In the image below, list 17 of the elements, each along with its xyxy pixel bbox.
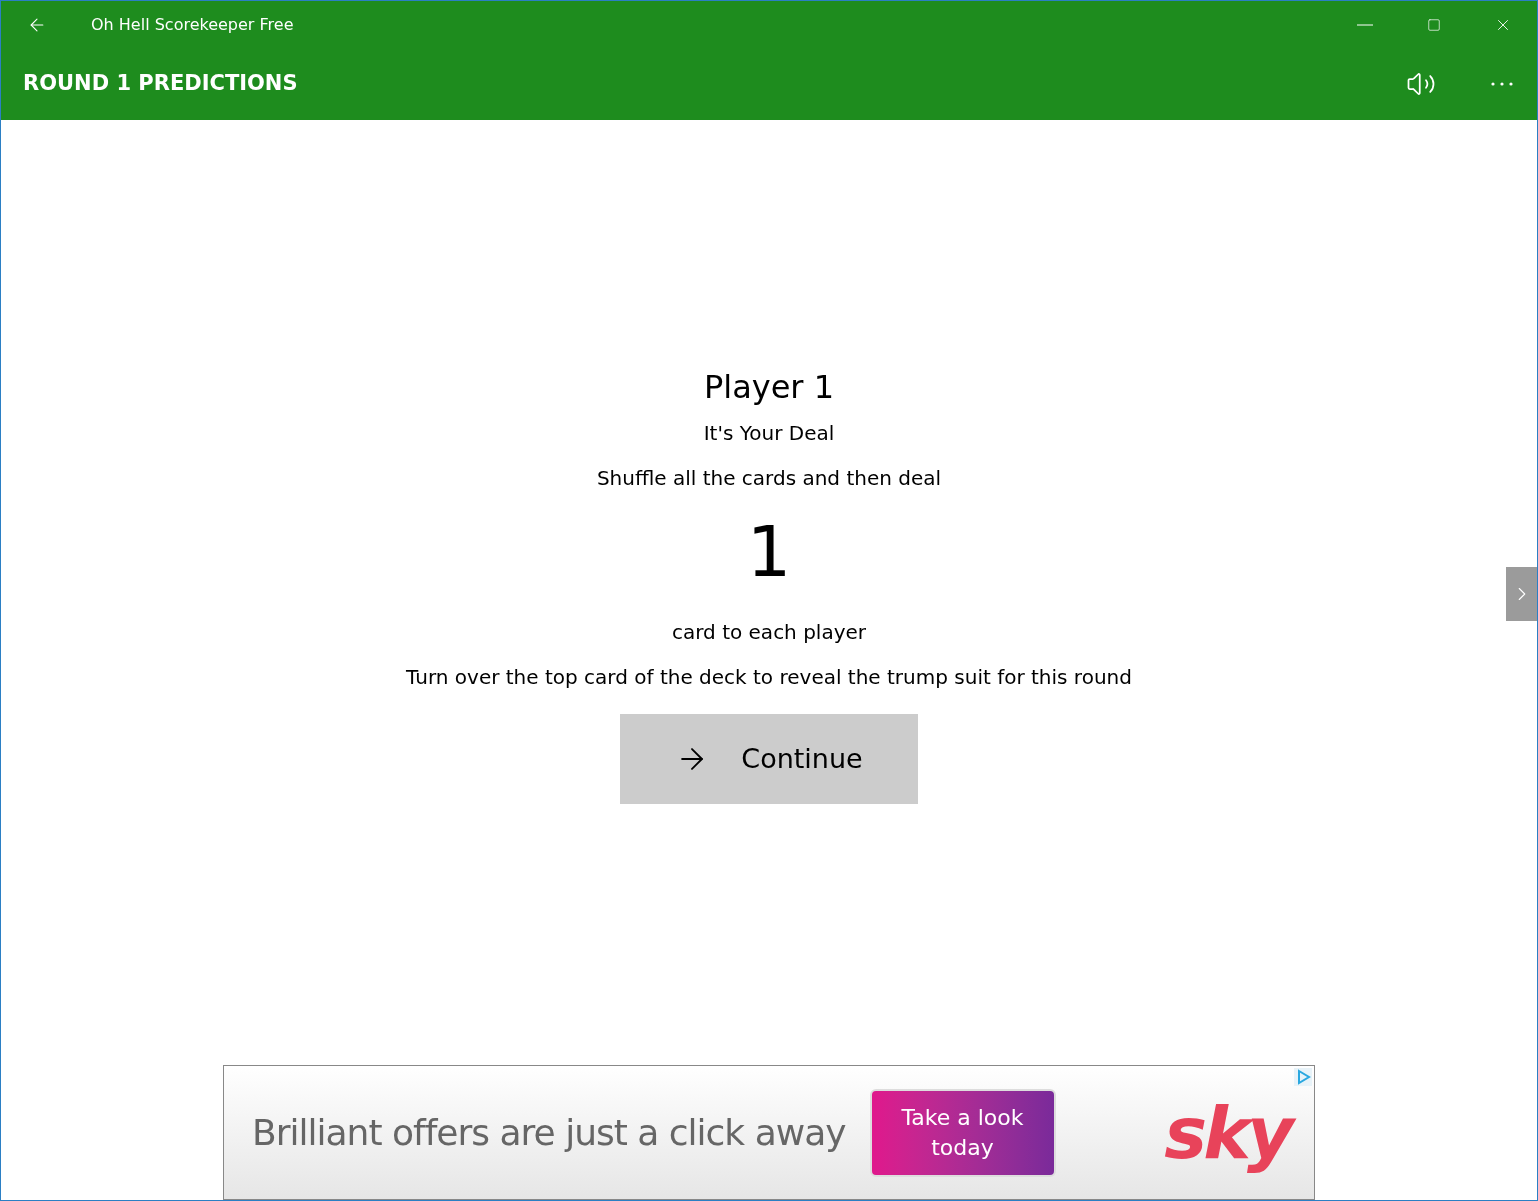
more-icon [1491, 82, 1513, 86]
deal-notice: It's Your Deal [703, 420, 835, 447]
window-title: Oh Hell Scorekeeper Free [91, 13, 294, 36]
continue-button[interactable]: Continue [620, 714, 918, 804]
deal-instruction: Shuffle all the cards and then deal [596, 465, 942, 492]
next-page-tab[interactable] [1506, 567, 1537, 621]
card-caption: card to each player [671, 619, 867, 646]
trump-instruction: Turn over the top card of the deck to reveal the trump suit for this round [406, 664, 1132, 691]
ad-cta-button[interactable]: Take a look today [869, 1088, 1056, 1177]
ad-choices-icon [1294, 1068, 1312, 1086]
maximize-icon [1426, 17, 1441, 32]
ad-headline: Brilliant offers are just a click away [252, 1110, 846, 1155]
minimize-icon [1356, 23, 1373, 26]
player-name: Player 1 [703, 367, 835, 408]
page-title: ROUND 1 PREDICTIONS [23, 70, 298, 98]
ad-banner[interactable]: Brilliant offers are just a click away Take a look today sky [223, 1065, 1315, 1200]
card-count: 1 [746, 510, 792, 595]
